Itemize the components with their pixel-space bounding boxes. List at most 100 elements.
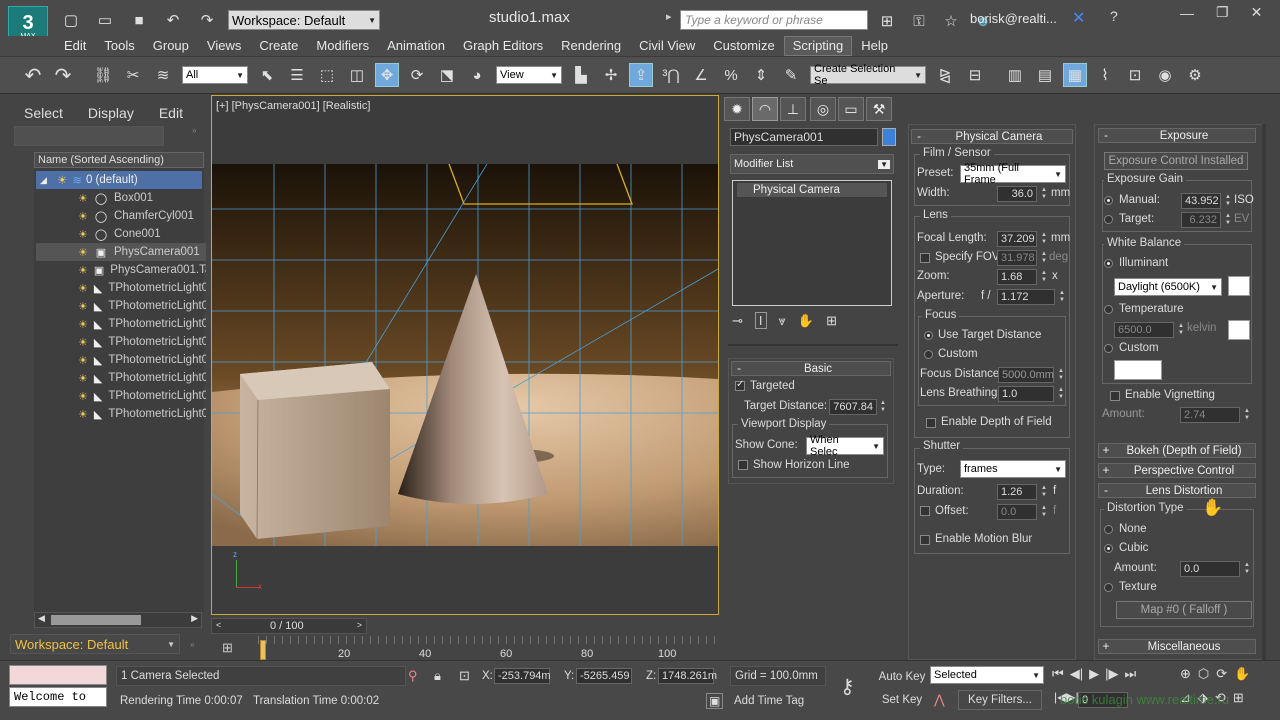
spinner-icon[interactable]: ▲ ▼ <box>879 400 887 414</box>
target-field[interactable]: 6.232 <box>1181 212 1221 228</box>
zoom-field[interactable]: 1.68 <box>997 269 1037 285</box>
spinner-icon[interactable]: ▲ ▼ <box>1057 368 1065 382</box>
menu-edit[interactable]: Edit <box>55 37 95 55</box>
placement-icon[interactable]: ◕ <box>465 63 489 87</box>
star-icon[interactable]: ☆ <box>939 9 963 33</box>
select-by-name-icon[interactable]: ☰ <box>285 63 309 87</box>
spinner-icon[interactable]: ▲ ▼ <box>1224 194 1232 208</box>
distortion-none-radio[interactable] <box>1104 525 1113 534</box>
distortion-amount-field[interactable]: 0.0 <box>1180 561 1240 577</box>
open-icon[interactable]: ▭ <box>93 8 117 32</box>
go-to-end-icon[interactable]: ⏭ <box>1124 666 1136 682</box>
set-key-mode-icon[interactable]: ⚷ <box>840 674 855 699</box>
minimize-icon[interactable]: — <box>1180 5 1194 21</box>
close-icon[interactable]: ✕ <box>1251 4 1263 21</box>
layer-manager-icon[interactable]: ▥ <box>1003 63 1027 87</box>
manual-field[interactable]: 43.952 <box>1181 193 1221 209</box>
illuminant-swatch[interactable] <box>1228 276 1250 296</box>
schematic-view-icon[interactable]: ⊡ <box>1123 63 1147 87</box>
spinner-icon[interactable]: ▲ ▼ <box>1177 323 1185 337</box>
bind-spacewarp-icon[interactable]: ≋ <box>151 63 175 87</box>
pin-icon[interactable]: » <box>192 126 196 135</box>
scene-item[interactable]: ☀ ◣ TPhotometricLight00 <box>36 369 206 387</box>
explorer-tab-display[interactable]: Display <box>88 105 134 121</box>
remove-modifier-icon[interactable]: ✋ <box>798 313 814 329</box>
panel-scrollbar[interactable] <box>1262 124 1266 660</box>
workspace-selector[interactable]: Workspace: Default ▼ <box>10 634 180 654</box>
targeted-checkbox[interactable] <box>735 379 745 391</box>
scene-item[interactable]: ☀ ◯ Box001 <box>36 189 206 207</box>
scene-item[interactable]: ☀ ▣ PhysCamera001 <box>36 243 206 261</box>
misc-rollout-header[interactable]: + Miscellaneous <box>1098 639 1256 654</box>
duration-field[interactable]: 1.26 <box>997 484 1037 500</box>
modifier-list-dropdown[interactable]: Modifier List ▼ <box>730 154 894 174</box>
layers-icon[interactable]: ▤ <box>1033 63 1057 87</box>
bulb-icon[interactable]: ☀ <box>78 300 88 313</box>
abs-mode-icon[interactable]: ⊡ <box>459 668 470 684</box>
key-tangent-icon[interactable]: ⋀ <box>934 692 945 708</box>
custom-wb-swatch[interactable] <box>1114 360 1162 380</box>
lens-distortion-header[interactable]: - Lens Distortion <box>1098 483 1256 498</box>
render-setup-icon[interactable]: ⚙ <box>1183 63 1207 87</box>
edit-named-sets-icon[interactable]: ✎ <box>779 63 803 87</box>
motion-blur-checkbox[interactable] <box>920 535 930 545</box>
help-icon[interactable]: ? <box>1110 8 1118 24</box>
tab-utilities[interactable]: ⚒ <box>866 97 892 121</box>
next-frame-icon[interactable]: |▶ <box>1105 666 1118 682</box>
keyboard-shortcut-icon[interactable]: ⇪ <box>629 63 653 87</box>
spinner-icon[interactable]: ▲ ▼ <box>1040 251 1048 265</box>
y-coordinate-field[interactable]: -5265.459 <box>576 668 632 684</box>
menu-help[interactable]: Help <box>852 37 897 55</box>
selection-filter-dropdown[interactable]: All ▼ <box>182 66 248 84</box>
manual-radio[interactable] <box>1104 196 1113 205</box>
time-tag-icon[interactable]: ▣ <box>706 693 724 709</box>
perspective-rollout-header[interactable]: + Perspective Control <box>1098 463 1256 478</box>
explorer-column-header[interactable]: Name (Sorted Ascending) <box>34 152 204 168</box>
width-field[interactable]: 36.0 <box>997 186 1037 202</box>
basic-rollout-header[interactable]: - Basic <box>731 361 891 376</box>
bulb-icon[interactable]: ☀ <box>78 390 88 403</box>
maximize-toggle-icon[interactable]: ⊞ <box>1233 690 1244 706</box>
select-object-icon[interactable]: ⬉ <box>255 63 279 87</box>
scroll-left-icon[interactable]: ◀ <box>38 613 45 624</box>
scene-item[interactable]: ☀ ◯ Cone001 <box>36 225 206 243</box>
next-frame-icon[interactable]: > <box>357 620 362 630</box>
scene-item[interactable]: ☀ ◯ ChamferCyl001 <box>36 207 206 225</box>
spinner-icon[interactable]: ▲ ▼ <box>1040 270 1048 284</box>
pivot-icon[interactable]: ▙ <box>569 63 593 87</box>
illuminant-radio[interactable] <box>1104 259 1113 268</box>
add-time-tag[interactable]: Add Time Tag <box>734 695 804 707</box>
physical-camera-header[interactable]: - Physical Camera <box>911 129 1073 144</box>
go-to-start-icon[interactable]: ⏮ <box>1052 666 1064 682</box>
viewport-label[interactable]: [+] [PhysCamera001] [Realistic] <box>216 100 370 112</box>
aperture-field[interactable]: 1.172 <box>997 289 1055 305</box>
distortion-texture-radio[interactable] <box>1104 583 1113 592</box>
prev-frame-icon[interactable]: < <box>216 620 221 630</box>
user-name[interactable]: borisk@realti... <box>970 11 1057 26</box>
menu-animation[interactable]: Animation <box>378 37 454 55</box>
viewport-scene[interactable] <box>212 164 718 546</box>
spinner-icon[interactable]: ▲ ▼ <box>1040 232 1048 246</box>
search-input[interactable]: Type a keyword or phrase <box>680 10 868 30</box>
link-icon[interactable]: ⛓ <box>91 63 115 87</box>
scene-item[interactable]: ☀ ◣ TPhotometricLight00 <box>36 279 206 297</box>
temperature-swatch[interactable] <box>1228 320 1250 340</box>
spinner-icon[interactable]: ▲ ▼ <box>1224 213 1232 227</box>
menu-graph-editors[interactable]: Graph Editors <box>454 37 552 55</box>
dof-checkbox[interactable] <box>926 418 936 428</box>
custom-focus-radio[interactable] <box>924 350 933 359</box>
menu-create[interactable]: Create <box>250 37 307 55</box>
scene-item[interactable]: ☀ ◣ TPhotometricLight00 <box>36 387 206 405</box>
viewport[interactable]: [+] [PhysCamera001] [Realistic] z x <box>211 95 719 615</box>
redo-icon[interactable]: ↷ <box>195 8 219 32</box>
tab-hierarchy[interactable]: ⊥ <box>780 97 806 121</box>
preset-dropdown[interactable]: 35mm (Full Frame ▼ <box>960 162 1066 186</box>
explorer-hscroll[interactable]: ◀ ▶ <box>34 612 202 628</box>
save-icon[interactable]: ■ <box>127 8 151 32</box>
explorer-search-field[interactable] <box>14 126 164 146</box>
new-icon[interactable]: ▢ <box>59 8 83 32</box>
zoom-icon[interactable]: ⊕ <box>1180 666 1191 682</box>
object-color-swatch[interactable] <box>882 128 896 146</box>
offset-field[interactable]: 0.0 <box>997 504 1037 520</box>
stack-item-physical-camera[interactable]: Physical Camera <box>737 183 887 197</box>
